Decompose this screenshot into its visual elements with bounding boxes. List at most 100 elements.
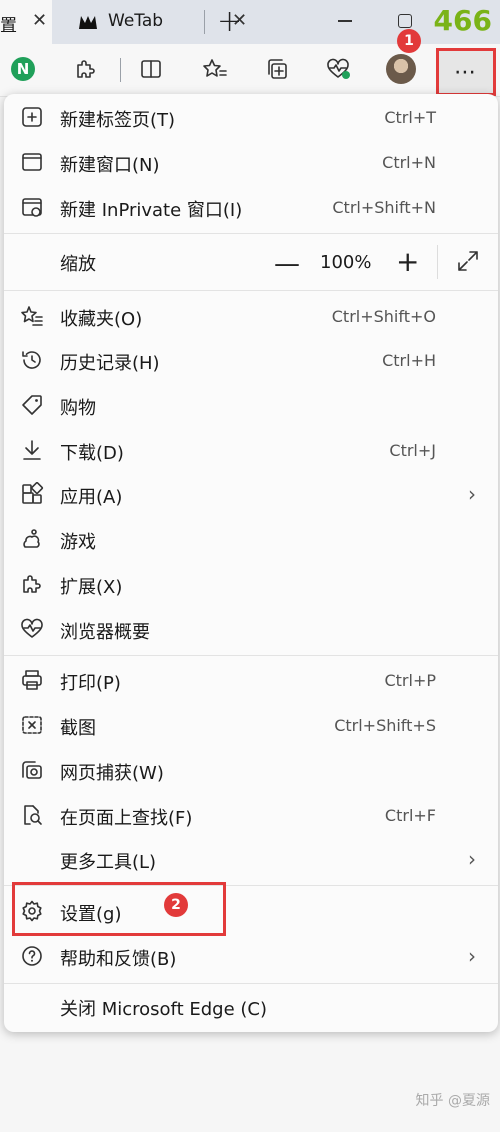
- menu-item-web-capture[interactable]: 网页捕获(W): [4, 748, 498, 792]
- menu-item-label: 打印(P): [60, 673, 121, 694]
- menu-item-shortcut: Ctrl+Shift+N: [332, 198, 436, 217]
- games-icon: [23, 529, 40, 548]
- menu-item-screenshot[interactable]: 截图 Ctrl+Shift+S: [4, 703, 498, 747]
- chevron-right-icon: ›: [468, 944, 476, 968]
- download-icon: [23, 440, 41, 460]
- menu-item-label: 历史记录(H): [60, 353, 160, 374]
- menu-item-print[interactable]: 打印(P) Ctrl+P: [4, 658, 498, 702]
- apps-icon: [22, 482, 44, 504]
- menu-item-games[interactable]: 游戏: [4, 517, 498, 561]
- menu-item-label: 扩展(X): [60, 577, 123, 598]
- menu-item-extensions[interactable]: 扩展(X): [4, 562, 498, 606]
- tab-label: WeTab: [108, 11, 164, 31]
- menu-item-shortcut: Ctrl+J: [389, 441, 436, 460]
- menu-item-help[interactable]: 帮助和反馈(B) ›: [4, 934, 498, 978]
- browser-toolbar: N: [0, 44, 500, 97]
- title-bar: 置 ✕ WeTab ✕ + 466: [0, 0, 500, 44]
- menu-item-browser-essentials[interactable]: 浏览器概要: [4, 607, 498, 651]
- minimize-button[interactable]: [338, 20, 352, 22]
- help-icon: [22, 946, 42, 966]
- menu-item-shopping[interactable]: 购物: [4, 383, 498, 427]
- menu-item-label: 应用(A): [60, 487, 123, 508]
- annotation-badge-1: 1: [397, 29, 421, 53]
- web-capture-icon: [22, 761, 42, 779]
- zoom-in-button[interactable]: +: [396, 245, 419, 278]
- new-tab-icon: [22, 107, 42, 127]
- menu-item-shortcut: Ctrl+Shift+S: [334, 716, 436, 735]
- puzzle-icon: [77, 60, 95, 78]
- menu-item-shortcut: Ctrl+F: [384, 806, 436, 825]
- extension-n-icon: N: [11, 57, 35, 81]
- menu-item-label: 在页面上查找(F): [60, 808, 193, 829]
- wetab-logo-icon: [79, 16, 97, 29]
- star-list-icon: [21, 306, 43, 326]
- settings-and-more-button[interactable]: ⋯: [436, 48, 496, 96]
- browser-essentials-button[interactable]: [324, 54, 354, 84]
- counter-overlay: 466: [433, 4, 492, 37]
- settings-highlight-box: [12, 882, 226, 936]
- extension-n-button[interactable]: N: [8, 54, 38, 84]
- tab-label: 置: [0, 16, 17, 36]
- menu-item-label: 更多工具(L): [60, 852, 157, 873]
- tab-close-icon[interactable]: ✕: [32, 10, 47, 31]
- tab-active[interactable]: 置 ✕: [0, 0, 52, 44]
- menu-item-label: 新建 InPrivate 窗口(I): [60, 200, 243, 221]
- menu-item-downloads[interactable]: 下载(D) Ctrl+J: [4, 428, 498, 472]
- history-icon: [22, 351, 41, 369]
- zoom-level: 100%: [320, 252, 372, 273]
- star-list-icon: [203, 59, 227, 77]
- zoom-divider: [437, 245, 438, 279]
- split-screen-button[interactable]: [136, 54, 166, 84]
- printer-icon: [22, 670, 42, 690]
- menu-item-more-tools[interactable]: 更多工具(L) ›: [4, 837, 498, 881]
- favorites-button[interactable]: [200, 54, 230, 84]
- heart-pulse-icon: [327, 58, 350, 79]
- tag-icon: [22, 395, 42, 415]
- avatar: [386, 54, 416, 84]
- menu-item-new-tab[interactable]: 新建标签页(T) Ctrl+T: [4, 95, 498, 139]
- maximize-button[interactable]: [398, 14, 412, 28]
- menu-item-label: 浏览器概要: [60, 622, 150, 643]
- menu-item-new-window[interactable]: 新建窗口(N) Ctrl+N: [4, 140, 498, 184]
- menu-item-label: 缩放: [60, 254, 96, 275]
- menu-item-label: 购物: [60, 398, 96, 419]
- menu-item-shortcut: Ctrl+N: [382, 153, 436, 172]
- menu-item-shortcut: Ctrl+H: [382, 351, 436, 370]
- puzzle-icon: [23, 575, 41, 593]
- menu-item-label: 新建窗口(N): [60, 155, 160, 176]
- menu-item-label: 下载(D): [60, 443, 124, 464]
- menu-divider: [4, 655, 498, 656]
- menu-item-zoom: 缩放 — 100% +: [4, 239, 498, 285]
- collections-button[interactable]: [262, 54, 292, 84]
- fullscreen-icon[interactable]: [456, 249, 480, 273]
- menu-item-history[interactable]: 历史记录(H) Ctrl+H: [4, 338, 498, 382]
- tab-wetab[interactable]: WeTab ✕: [60, 0, 247, 44]
- menu-item-shortcut: Ctrl+T: [384, 108, 436, 127]
- watermark: 知乎 @夏源: [415, 1093, 490, 1109]
- find-on-page-icon: [24, 805, 42, 825]
- tab-divider: [204, 10, 205, 34]
- window-icon: [22, 153, 42, 171]
- annotation-badge-2: 2: [164, 893, 188, 917]
- screenshot-icon: [22, 716, 42, 734]
- menu-divider: [4, 233, 498, 234]
- menu-item-shortcut: Ctrl+Shift+O: [331, 307, 436, 326]
- menu-item-apps[interactable]: 应用(A) ›: [4, 472, 498, 516]
- chevron-right-icon: ›: [468, 482, 476, 506]
- extensions-button[interactable]: [70, 54, 100, 84]
- menu-item-label: 游戏: [60, 532, 96, 553]
- new-tab-button[interactable]: +: [217, 4, 242, 39]
- menu-item-favorites[interactable]: 收藏夹(O) Ctrl+Shift+O: [4, 294, 498, 338]
- profile-button[interactable]: [386, 54, 416, 84]
- zoom-out-button[interactable]: —: [274, 249, 300, 279]
- menu-item-label: 关闭 Microsoft Edge (C): [60, 999, 267, 1020]
- menu-item-label: 截图: [60, 718, 96, 739]
- chevron-right-icon: ›: [468, 847, 476, 871]
- menu-item-label: 帮助和反馈(B): [60, 949, 177, 970]
- menu-item-label: 新建标签页(T): [60, 110, 176, 131]
- menu-item-find[interactable]: 在页面上查找(F) Ctrl+F: [4, 793, 498, 837]
- split-screen-icon: [141, 60, 161, 78]
- menu-item-close-edge[interactable]: 关闭 Microsoft Edge (C): [4, 984, 498, 1028]
- menu-item-new-inprivate[interactable]: 新建 InPrivate 窗口(I) Ctrl+Shift+N: [4, 185, 498, 229]
- menu-item-label: 网页捕获(W): [60, 763, 164, 784]
